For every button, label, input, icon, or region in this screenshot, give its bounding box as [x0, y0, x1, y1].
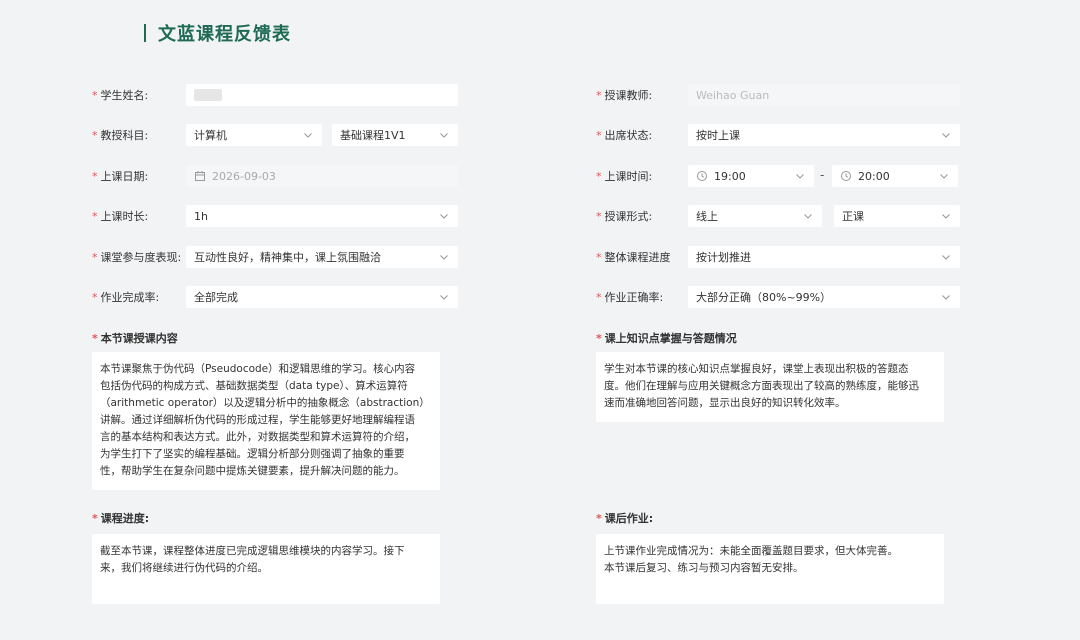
participation-select[interactable]: 互动性良好，精神集中，课上氛围融洽 [186, 246, 458, 268]
page-title: 文蓝课程反馈表 [158, 24, 291, 45]
homework-completion-value: 全部完成 [194, 291, 238, 304]
homework-completion-select[interactable]: 全部完成 [186, 286, 458, 308]
end-time-value: 20:00 [858, 169, 890, 183]
lesson-content-title: * 本节课授课内容 [92, 332, 178, 345]
chevron-down-icon [794, 170, 806, 182]
student-name-input[interactable] [186, 84, 458, 106]
required-mark: * [92, 88, 98, 102]
required-mark: * [92, 169, 98, 183]
subject-value: 计算机 [194, 129, 227, 142]
participation-value: 互动性良好，精神集中，课上氛围融洽 [194, 251, 381, 264]
subject-select[interactable]: 计算机 [186, 124, 322, 146]
progress-overall-value: 按计划推进 [696, 251, 751, 264]
start-time-value: 19:00 [714, 169, 746, 183]
homework-accuracy-value: 大部分正确（80%~99%） [696, 291, 832, 304]
mode-type-value: 正课 [842, 210, 864, 223]
homework-accuracy-label: * 作业正确率: [596, 290, 664, 305]
attendance-label: * 出席状态: [596, 128, 653, 143]
progress-title: * 课程进度: [92, 512, 150, 525]
calendar-icon [194, 170, 206, 182]
date-value: 2026-09-03 [212, 169, 276, 183]
chevron-down-icon [802, 210, 814, 222]
duration-select[interactable]: 1h [186, 205, 458, 227]
required-mark: * [596, 88, 602, 102]
chevron-down-icon [438, 129, 450, 141]
chevron-down-icon [438, 291, 450, 303]
teacher-label: * 授课教师: [596, 88, 653, 103]
title-accent-bar [144, 24, 146, 42]
chevron-down-icon [940, 210, 952, 222]
progress-textarea[interactable]: 截至本节课，课程整体进度已完成逻辑思维模块的内容学习。接下 来，我们将继续进行伪… [92, 534, 440, 604]
chevron-down-icon [940, 129, 952, 141]
clock-icon [840, 170, 852, 182]
required-mark: * [92, 209, 98, 223]
subject-label: * 教授科目: [92, 128, 149, 143]
mode-select[interactable]: 线上 [688, 205, 822, 227]
student-name-label: * 学生姓名: [92, 88, 149, 103]
homework-textarea[interactable]: 上节课作业完成情况为：未能全面覆盖题目要求，但大体完善。 本节课后复习、练习与预… [596, 534, 944, 604]
homework-title: * 课后作业: [596, 512, 654, 525]
mode-label: * 授课形式: [596, 209, 653, 224]
required-mark: * [596, 128, 602, 142]
duration-value: 1h [194, 209, 208, 223]
end-time-select[interactable]: 20:00 [832, 165, 958, 187]
chevron-down-icon [938, 170, 950, 182]
clock-icon [696, 170, 708, 182]
course-value: 基础课程1V1 [340, 129, 406, 142]
required-mark: * [92, 128, 98, 142]
chevron-down-icon [940, 251, 952, 263]
course-select[interactable]: 基础课程1V1 [332, 124, 458, 146]
required-mark: * [596, 250, 602, 264]
required-mark: * [92, 290, 98, 304]
required-mark: * [596, 209, 602, 223]
progress-overall-label: * 整体课程进度 [596, 250, 671, 265]
chevron-down-icon [302, 129, 314, 141]
chevron-down-icon [438, 251, 450, 263]
mode-type-select[interactable]: 正课 [834, 205, 960, 227]
teacher-value: Weihao Guan [696, 88, 770, 102]
redacted-name [194, 89, 222, 101]
duration-label: * 上课时长: [92, 209, 149, 224]
date-label: * 上课日期: [92, 169, 149, 184]
homework-accuracy-select[interactable]: 大部分正确（80%~99%） [688, 286, 960, 308]
knowledge-title: * 课上知识点掌握与答题情况 [596, 332, 737, 345]
required-mark: * [596, 169, 602, 183]
attendance-value: 按时上课 [696, 129, 740, 142]
required-mark: * [596, 290, 602, 304]
start-time-select[interactable]: 19:00 [688, 165, 814, 187]
progress-overall-select[interactable]: 按计划推进 [688, 246, 960, 268]
chevron-down-icon [438, 210, 450, 222]
knowledge-textarea[interactable]: 学生对本节课的核心知识点掌握良好，课堂上表现出积极的答题态 度。他们在理解与应用… [596, 352, 944, 422]
attendance-select[interactable]: 按时上课 [688, 124, 960, 146]
time-separator: - [820, 168, 825, 182]
homework-completion-label: * 作业完成率: [92, 290, 160, 305]
time-label: * 上课时间: [596, 169, 653, 184]
teacher-field: Weihao Guan [688, 84, 960, 106]
chevron-down-icon [940, 291, 952, 303]
lesson-content-textarea[interactable]: 本节课聚焦于伪代码（Pseudocode）和逻辑思维的学习。核心内容 包括伪代码… [92, 352, 440, 490]
mode-value: 线上 [696, 210, 718, 223]
date-picker[interactable]: 2026-09-03 [186, 165, 458, 187]
form-header: 文蓝课程反馈表 [144, 22, 291, 45]
participation-label: * 课堂参与度表现: [92, 250, 182, 265]
required-mark: * [92, 250, 98, 264]
